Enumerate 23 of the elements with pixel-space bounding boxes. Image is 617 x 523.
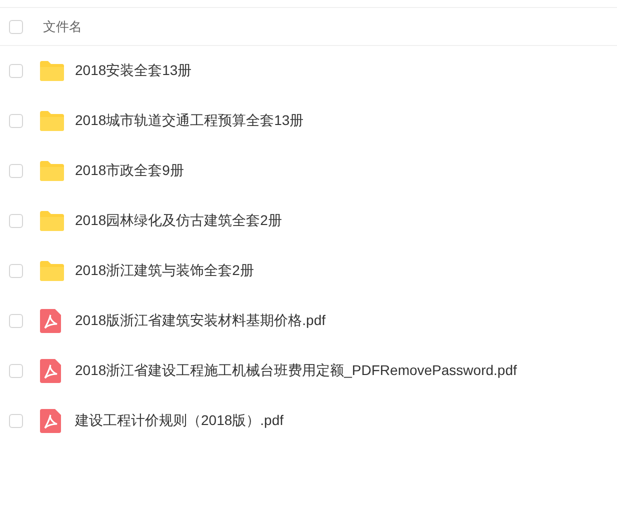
row-checkbox[interactable] <box>9 214 23 228</box>
file-name[interactable]: 2018园林绿化及仿古建筑全套2册 <box>75 212 282 230</box>
file-name[interactable]: 建设工程计价规则（2018版）.pdf <box>75 412 284 430</box>
folder-icon <box>39 61 65 81</box>
file-name[interactable]: 2018市政全套9册 <box>75 162 184 180</box>
select-all-checkbox[interactable] <box>9 20 23 34</box>
row-checkbox[interactable] <box>9 314 23 328</box>
file-name[interactable]: 2018浙江建筑与装饰全套2册 <box>75 262 254 280</box>
row-checkbox[interactable] <box>9 164 23 178</box>
folder-icon <box>39 161 65 181</box>
file-name[interactable]: 2018浙江省建设工程施工机械台班费用定额_PDFRemovePassword.pdf <box>75 362 517 380</box>
file-name[interactable]: 2018安装全套13册 <box>75 62 192 80</box>
row-checkbox[interactable] <box>9 114 23 128</box>
file-name[interactable]: 2018城市轨道交通工程预算全套13册 <box>75 112 304 130</box>
row-checkbox[interactable] <box>9 414 23 428</box>
folder-icon <box>39 211 65 231</box>
folder-icon <box>39 111 65 131</box>
column-header[interactable]: 文件名 <box>43 18 82 36</box>
file-name[interactable]: 2018版浙江省建筑安装材料基期价格.pdf <box>75 312 326 330</box>
folder-icon <box>39 261 65 281</box>
row-checkbox[interactable] <box>9 264 23 278</box>
row-checkbox[interactable] <box>9 364 23 378</box>
row-checkbox[interactable] <box>9 64 23 78</box>
